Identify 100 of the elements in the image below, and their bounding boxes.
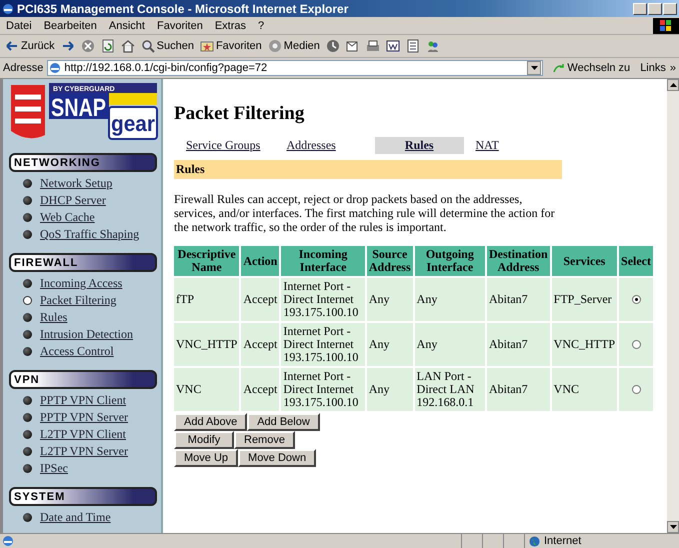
printer-icon [366,39,380,53]
table-cell: Internet Port - Direct Internet 193.175.100.10 [281,368,365,411]
refresh-icon [100,39,115,53]
table-cell: Any [414,323,485,366]
minimize-button[interactable] [633,2,647,14]
mail-icon [346,39,360,53]
browser-icon [49,62,62,74]
stop-icon [80,39,95,53]
sidebar-link[interactable]: Access Control [9,343,157,360]
tab[interactable]: NAT [464,137,564,154]
radio-button[interactable] [632,385,640,394]
action-button[interactable]: Modify [174,431,234,449]
table-cell: LAN Port - Direct LAN 192.168.0.1 [414,368,485,411]
sidebar-link[interactable]: Date and Time [9,509,157,526]
media-icon [268,39,282,53]
table-cell: VNC [552,368,618,411]
forward-icon [60,39,75,53]
home-icon [120,39,135,53]
table-cell: Abitan7 [487,368,550,411]
section-header: Rules [174,160,562,179]
action-button[interactable]: Add Below [247,413,320,431]
toolbar-button[interactable] [384,38,401,54]
sidebar-link[interactable]: Incoming Access [9,275,157,292]
sidebar-section-header: NETWORKING [9,153,157,172]
go-button[interactable]: Wechseln zu [547,61,636,75]
sidebar-link[interactable]: Web Cache [9,209,157,226]
document-icon [406,39,420,53]
sidebar-link[interactable]: Packet Filtering [9,292,157,309]
page-title: Packet Filtering [174,103,306,125]
browser-icon [2,535,14,547]
tab[interactable]: Rules [375,137,464,154]
action-button[interactable]: Add Above [174,413,248,431]
table-cell: FTP_Server [552,278,618,321]
menu-item[interactable]: Extras [208,20,252,32]
toolbar-button[interactable]: Medien [266,38,321,54]
sidebar-link[interactable]: Intrusion Detection [9,326,157,343]
table-cell: Any [366,323,413,366]
action-button[interactable]: Remove [234,431,295,449]
status-zone: Internet [544,535,582,547]
sidebar-link[interactable]: QoS Traffic Shaping [9,226,157,243]
toolbar-button[interactable]: Suchen [140,38,195,54]
history-icon [326,39,340,53]
sidebar-link[interactable]: IPSec [9,460,157,477]
scroll-down-button[interactable] [667,521,679,533]
table-cell: Abitan7 [487,278,550,321]
sidebar-link[interactable]: Rules [9,309,157,326]
links-button[interactable]: Links [640,62,666,74]
window-title: PCI635 Management Console - Microsoft Internet Explorer [17,2,350,16]
close-button[interactable] [663,2,677,14]
toolbar-button[interactable] [120,38,136,54]
menu-item[interactable]: Datei [0,20,38,32]
column-header: Services [552,246,618,276]
sidebar-link[interactable]: PPTP VPN Server [9,409,157,426]
sidebar-link[interactable]: DHCP Server [9,192,157,209]
people-icon [426,39,440,53]
radio-button[interactable] [632,340,640,349]
address-field[interactable]: http://192.168.0.1/cgi-bin/config?page=72 [47,60,544,76]
column-header: Outgoing Interface [414,246,485,276]
search-icon [140,39,155,53]
radio-button[interactable] [632,295,640,304]
sidebar-link[interactable]: L2TP VPN Client [9,426,157,443]
sidebar-link[interactable]: Network Setup [9,175,157,192]
address-label: Adresse [3,62,44,74]
toolbar-button[interactable] [404,38,421,54]
edit-icon [386,39,400,53]
menu-item[interactable]: Ansicht [102,20,151,32]
up-arrow-icon [670,83,676,87]
toolbar-button[interactable] [324,38,341,54]
chevron-icon[interactable]: » [670,62,676,74]
browser-icon [2,2,14,14]
table-cell: Internet Port - Direct Internet 193.175.100.10 [281,323,365,366]
menu-item[interactable]: Favoriten [150,20,209,32]
tab[interactable]: Service Groups [174,137,274,154]
toolbar-button[interactable] [364,38,381,54]
table-cell: Any [414,278,485,321]
table-cell: VNC_HTTP [174,323,240,366]
windows-logo-icon [653,18,679,34]
toolbar-button[interactable]: Favoriten [198,38,263,54]
menu-item[interactable]: ? [252,20,270,32]
sidebar-link[interactable]: PPTP VPN Client [9,392,157,409]
scroll-up-button[interactable] [667,79,679,91]
column-header: Source Address [366,246,413,276]
back-icon [5,39,19,53]
action-button[interactable]: Move Up [174,449,238,467]
toolbar-button[interactable] [100,38,116,54]
maximize-button[interactable] [648,2,662,14]
toolbar-button[interactable]: Zurück [4,38,56,54]
favorites-icon [200,39,214,53]
tab[interactable]: Addresses [274,137,375,154]
action-button[interactable]: Move Down [238,449,316,467]
menu-item[interactable]: Bearbeiten [38,20,103,32]
column-header: Destination Address [487,246,550,276]
sidebar-link[interactable]: L2TP VPN Server [9,443,157,460]
go-arrow-icon [553,63,566,73]
down-arrow-icon [670,525,676,529]
table-cell: Any [366,278,413,321]
table-cell: Accept [241,368,280,411]
sidebar-section-header: VPN [9,370,157,389]
column-header: Action [241,246,280,276]
caret-icon [530,66,538,70]
